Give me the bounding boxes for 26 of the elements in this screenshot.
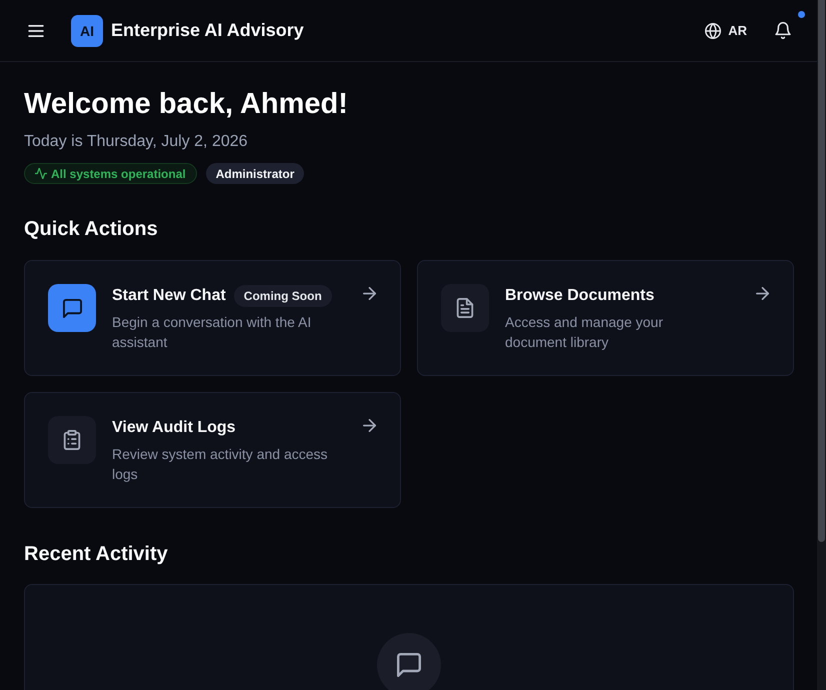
app-logo: AI [71, 14, 103, 46]
section-heading: Quick Actions [24, 217, 159, 242]
card-title: Start New Chat [112, 286, 226, 306]
card-description: Access and manage your document library [505, 313, 664, 352]
card-title: View Audit Logs [112, 418, 236, 438]
card-title: Browse Documents [505, 286, 654, 306]
section-heading: Recent Activity [24, 542, 169, 567]
scrollbar-thumb[interactable] [818, 0, 825, 542]
quick-action-card[interactable]: Browse Documents Access and manage your document library [417, 260, 794, 376]
arrow-right-icon [362, 287, 377, 300]
activity-pulse-icon [35, 168, 47, 179]
app-title: Enterprise AI Advisory [111, 20, 304, 41]
role-pill: Administrator [206, 163, 304, 184]
quick-action-card[interactable]: Start New Chat Coming Soon Begin a conversation with the AI assistant [24, 260, 401, 376]
welcome-heading: Welcome back, Ahmed! [24, 87, 349, 122]
card-description: Begin a conversation with the AI assistant [112, 313, 312, 352]
arrow-right-icon [755, 287, 770, 300]
quick-action-card[interactable]: View Audit Logs Review system activity and access logs [24, 392, 401, 508]
card-description: Review system activity and access logs [112, 445, 329, 484]
language-button[interactable]: AR [701, 18, 751, 42]
arrow-right-icon [362, 419, 377, 432]
scrollbar[interactable] [817, 0, 826, 690]
date-text: Today is Thursday, July 2, 2026 [24, 132, 249, 152]
globe-icon [705, 22, 722, 38]
coming-soon-pill: Coming Soon [234, 285, 332, 307]
status-label: All systems operational [51, 166, 186, 180]
